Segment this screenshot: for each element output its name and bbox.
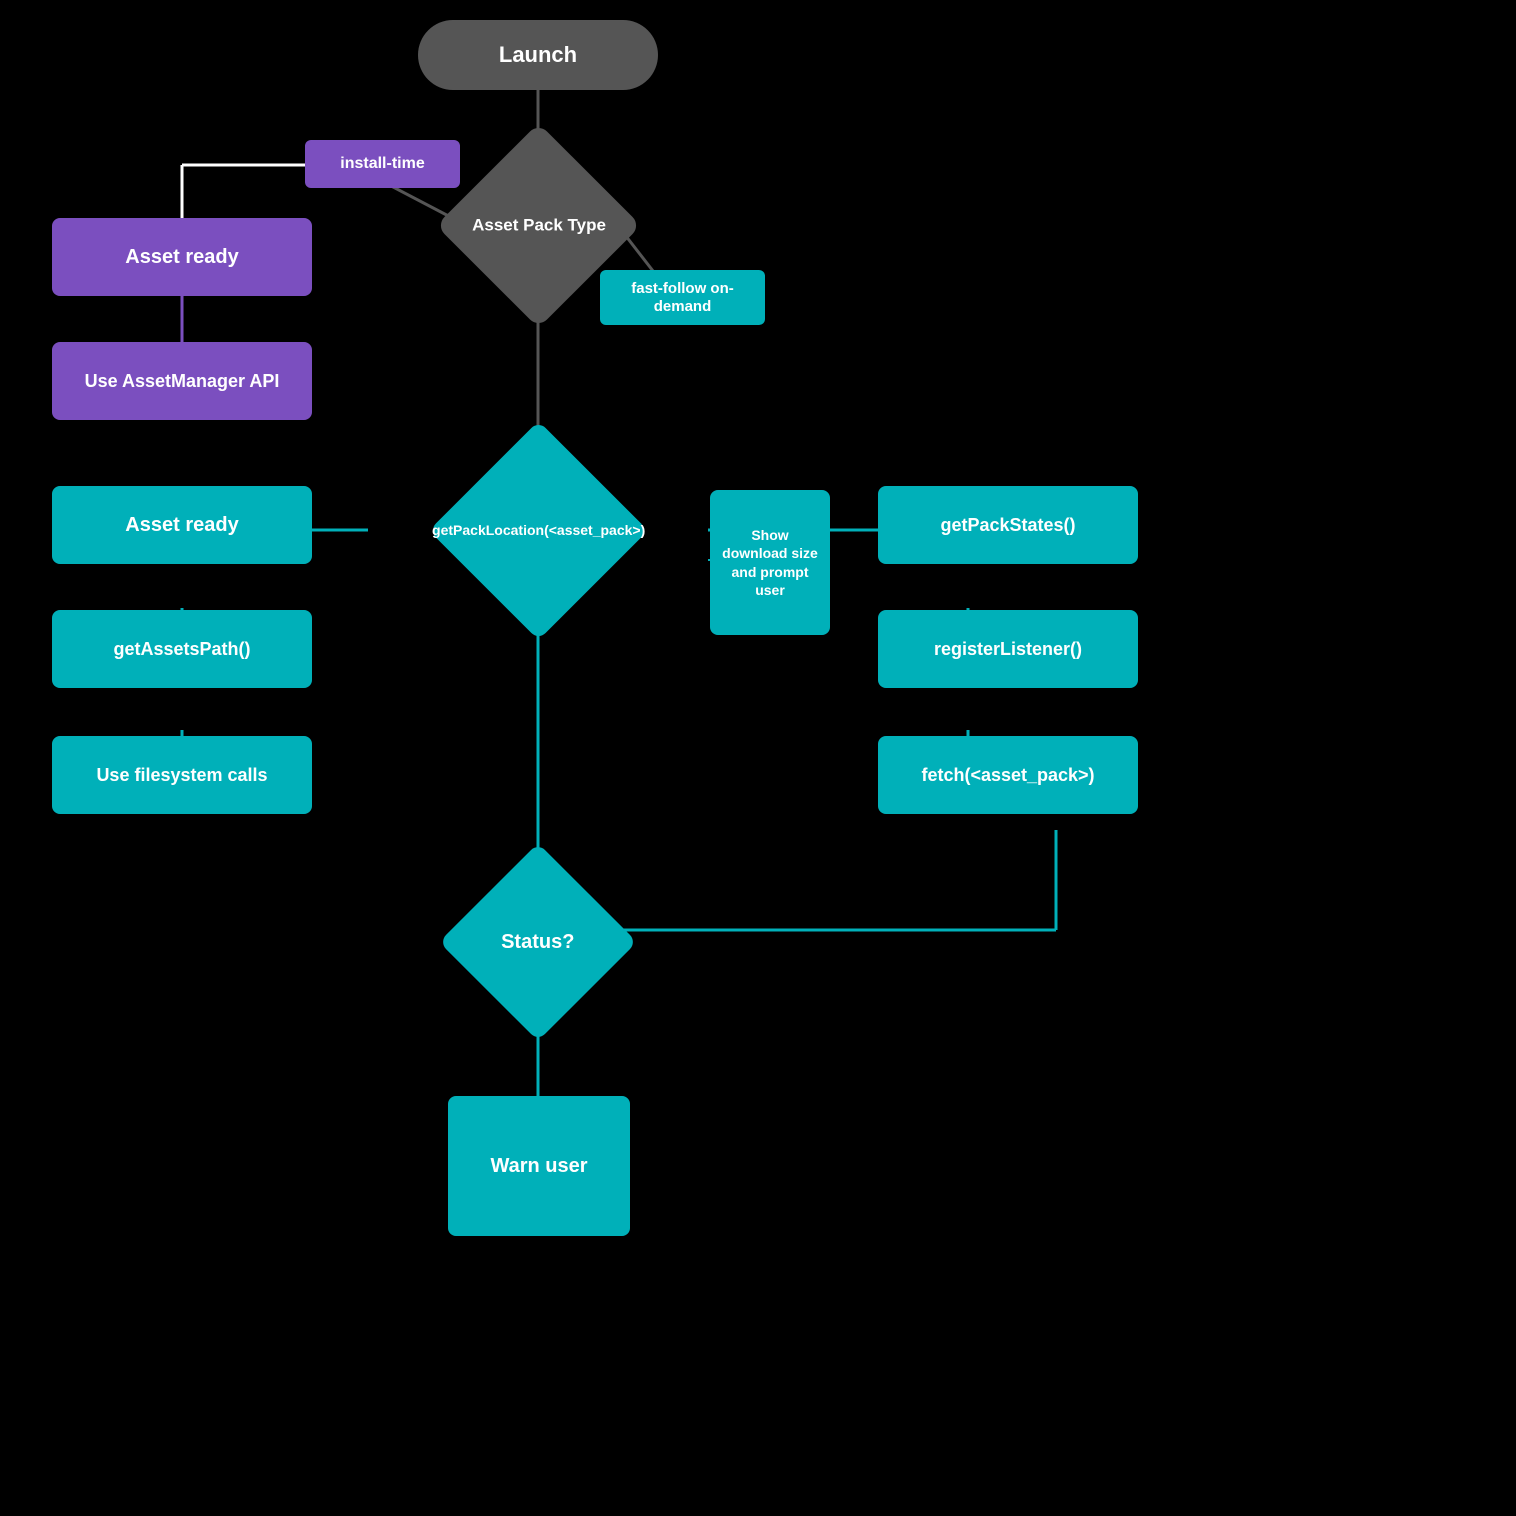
status-diamond: Status?: [440, 862, 636, 1022]
get-pack-states-node: getPackStates(): [878, 486, 1138, 564]
fast-follow-label: fast-follow on-demand: [600, 270, 765, 325]
fetch-asset-pack-node: fetch(<asset_pack>): [878, 736, 1138, 814]
register-listener-node: registerListener(): [878, 610, 1138, 688]
use-filesystem-node: Use filesystem calls: [52, 736, 312, 814]
use-asset-manager-node: Use AssetManager API: [52, 342, 312, 420]
get-assets-path-node: getAssetsPath(): [52, 610, 312, 688]
install-time-label: install-time: [305, 140, 460, 188]
launch-node: Launch: [418, 20, 658, 90]
warn-user-node: Warn user: [448, 1096, 630, 1236]
get-pack-location-diamond: getPackLocation(<asset_pack>): [348, 448, 728, 613]
show-download-label: Show download size and prompt user: [710, 490, 830, 635]
flowchart: Launch install-time Asset Pack Type fast…: [0, 0, 1516, 1516]
asset-ready-2-node: Asset ready: [52, 486, 312, 564]
asset-ready-1-node: Asset ready: [52, 218, 312, 296]
